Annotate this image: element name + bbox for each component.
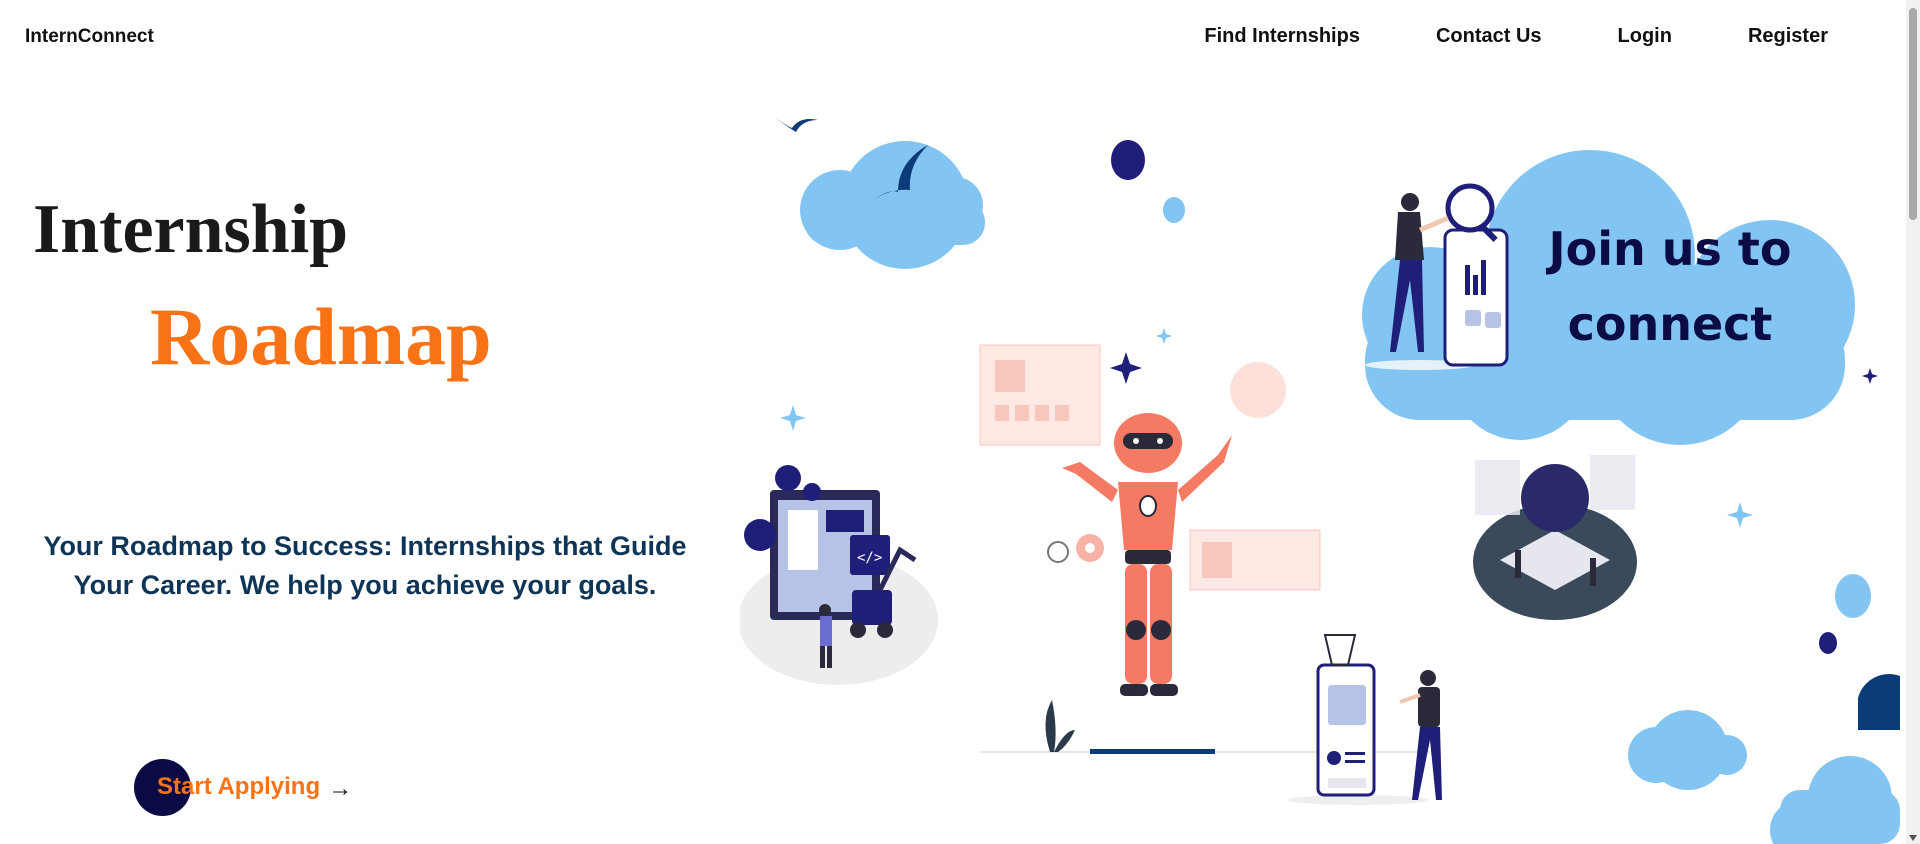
nav-link-contact-us[interactable]: Contact Us — [1436, 25, 1542, 48]
decor-dot — [1111, 140, 1145, 180]
cloud-top-left — [800, 141, 985, 269]
page-scrollbar[interactable] — [1906, 0, 1920, 844]
join-us-line2: connect — [1568, 297, 1773, 351]
sparkle-icon — [1862, 368, 1878, 384]
developer-illustration: </> — [740, 465, 938, 685]
bird-icon — [772, 115, 818, 132]
cloud-bottom-right — [1628, 710, 1900, 844]
mobile-builder-illustration — [1288, 634, 1442, 805]
start-applying-label: Start Applying — [157, 773, 321, 800]
hero-illustration: Join us to connect </> — [740, 115, 1900, 844]
arrow-right-icon: → — [328, 775, 353, 802]
decor-dot — [1819, 632, 1837, 654]
ai-chip-illustration — [1473, 455, 1637, 620]
decor-dot — [1835, 574, 1871, 618]
navbar: InternConnect Find Internships Contact U… — [0, 0, 1900, 75]
scrollbar-thumb[interactable] — [1909, 8, 1917, 220]
nav-links: Find Internships Contact Us Login Regist… — [1128, 25, 1828, 48]
nav-link-find-internships[interactable]: Find Internships — [1204, 25, 1360, 48]
page: InternConnect Find Internships Contact U… — [0, 0, 1920, 844]
scroll-down-arrow-icon[interactable] — [1909, 835, 1917, 841]
sparkle-icon — [1156, 328, 1172, 344]
sparkle-icon — [1110, 352, 1142, 384]
start-applying-button[interactable]: Start Applying → — [134, 759, 353, 816]
hero-tagline: Your Roadmap to Success: Internships tha… — [43, 531, 687, 601]
sparkle-icon — [780, 405, 806, 431]
join-us-line1: Join us to — [1546, 222, 1792, 276]
svg-text:</>: </> — [857, 550, 882, 566]
hero-title-line2: Roadmap — [150, 291, 492, 382]
decor-dot — [1163, 197, 1185, 223]
decor-blob — [1858, 674, 1900, 730]
nav-link-register[interactable]: Register — [1748, 25, 1828, 48]
hero-title-line1: Internship — [33, 191, 349, 268]
sparkle-icon — [1727, 502, 1753, 528]
nav-link-login[interactable]: Login — [1618, 25, 1672, 48]
brand-logo[interactable]: InternConnect — [25, 26, 154, 48]
